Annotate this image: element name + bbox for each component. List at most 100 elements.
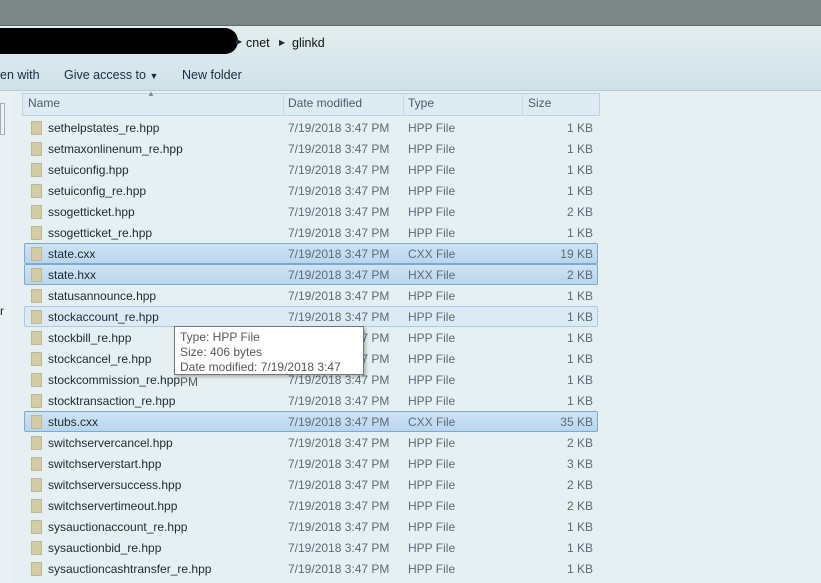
file-icon [31, 520, 42, 534]
file-date: 7/19/2018 3:47 PM [288, 499, 390, 513]
file-name: sethelpstates_re.hpp [48, 121, 160, 135]
file-row[interactable]: ssogetticket_re.hpp 7/19/2018 3:47 PM HP… [24, 222, 598, 243]
file-size: 2 KB [566, 436, 593, 450]
file-icon [31, 226, 42, 240]
file-icon [31, 247, 42, 261]
file-icon [31, 394, 42, 408]
file-row[interactable]: state.hxx 7/19/2018 3:47 PM HXX File 2 K… [24, 264, 598, 285]
file-row[interactable]: setuiconfig.hpp 7/19/2018 3:47 PM HPP Fi… [24, 159, 598, 180]
breadcrumb-cnet[interactable]: cnet [246, 36, 270, 50]
file-name: sysauctioncashtransfer_re.hpp [48, 562, 212, 576]
file-date: 7/19/2018 3:47 PM [288, 457, 390, 471]
file-type: HPP File [408, 541, 456, 555]
navigation-pane[interactable] [0, 91, 14, 583]
file-row[interactable]: ssogetticket.hpp 7/19/2018 3:47 PM HPP F… [24, 201, 598, 222]
file-type: HPP File [408, 499, 456, 513]
file-size: 35 KB [560, 415, 593, 429]
file-type: HPP File [408, 373, 456, 387]
nav-pane-item[interactable]: r [0, 304, 4, 318]
breadcrumb-glinkd[interactable]: glinkd [292, 36, 325, 50]
file-date: 7/19/2018 3:47 PM [288, 310, 390, 324]
file-size: 1 KB [566, 331, 593, 345]
dropdown-arrow-icon: ▼ [149, 71, 159, 81]
file-row[interactable]: setuiconfig_re.hpp 7/19/2018 3:47 PM HPP… [24, 180, 598, 201]
column-type[interactable]: Type [408, 96, 434, 110]
file-icon [31, 331, 42, 345]
file-icon [31, 562, 42, 576]
file-size: 1 KB [566, 373, 593, 387]
file-row[interactable]: state.cxx 7/19/2018 3:47 PM CXX File 19 … [24, 243, 598, 264]
file-name: statusannounce.hpp [48, 289, 157, 303]
new-folder-button[interactable]: New folder [182, 68, 242, 82]
file-name: setuiconfig.hpp [48, 163, 129, 177]
file-name: stockcommission_re.hpp [48, 373, 181, 387]
file-icon [31, 478, 42, 492]
file-row[interactable]: statusannounce.hpp 7/19/2018 3:47 PM HPP… [24, 285, 598, 306]
column-date-modified[interactable]: Date modified [288, 96, 362, 110]
file-icon [31, 163, 42, 177]
file-row[interactable]: sethelpstates_re.hpp 7/19/2018 3:47 PM H… [24, 117, 598, 138]
file-type: HPP File [408, 205, 456, 219]
give-access-button[interactable]: Give access to ▼ [64, 68, 158, 82]
column-divider [283, 93, 284, 116]
file-row[interactable]: switchservertimeout.hpp 7/19/2018 3:47 P… [24, 495, 598, 516]
file-icon [31, 541, 42, 555]
file-type: HPP File [408, 478, 456, 492]
file-row[interactable]: sysauctioncashtransfer_re.hpp 7/19/2018 … [24, 558, 598, 579]
column-size[interactable]: Size [528, 96, 551, 110]
file-row[interactable]: stocktransaction_re.hpp 7/19/2018 3:47 P… [24, 390, 598, 411]
file-date: 7/19/2018 3:47 PM [288, 394, 390, 408]
file-date: 7/19/2018 3:47 PM [288, 163, 390, 177]
file-date: 7/19/2018 3:47 PM [288, 226, 390, 240]
file-type: HPP File [408, 163, 456, 177]
file-size: 2 KB [566, 205, 593, 219]
column-name[interactable]: Name [28, 96, 60, 110]
file-icon [31, 121, 42, 135]
file-name: ssogetticket.hpp [48, 205, 135, 219]
file-name: stocktransaction_re.hpp [48, 394, 176, 408]
file-date: 7/19/2018 3:47 PM [288, 268, 390, 282]
file-date: 7/19/2018 3:47 PM [288, 142, 390, 156]
file-name: sysauctionaccount_re.hpp [48, 520, 188, 534]
file-size: 1 KB [566, 121, 593, 135]
file-date: 7/19/2018 3:47 PM [288, 289, 390, 303]
nav-pane-scrollbar[interactable] [0, 103, 5, 135]
file-size: 1 KB [566, 562, 593, 576]
file-row[interactable]: stockaccount_re.hpp 7/19/2018 3:47 PM HP… [24, 306, 598, 327]
file-type: HPP File [408, 142, 456, 156]
file-type: CXX File [408, 415, 456, 429]
file-icon [31, 310, 42, 324]
file-type: HPP File [408, 226, 456, 240]
file-type: HPP File [408, 184, 456, 198]
file-row[interactable]: setmaxonlinenum_re.hpp 7/19/2018 3:47 PM… [24, 138, 598, 159]
file-row[interactable]: switchservercancel.hpp 7/19/2018 3:47 PM… [24, 432, 598, 453]
file-row[interactable]: stubs.cxx 7/19/2018 3:47 PM CXX File 35 … [24, 411, 598, 432]
file-row[interactable]: sysauctionbid_re.hpp 7/19/2018 3:47 PM H… [24, 537, 598, 558]
file-type: HPP File [408, 457, 456, 471]
file-icon [31, 499, 42, 513]
file-type: HPP File [408, 436, 456, 450]
open-with-button[interactable]: en with [0, 68, 40, 82]
file-icon [31, 142, 42, 156]
file-type: HPP File [408, 352, 456, 366]
sort-ascending-icon: ▲ [147, 89, 155, 98]
file-row[interactable]: sysauctionaccount_re.hpp 7/19/2018 3:47 … [24, 516, 598, 537]
column-divider [403, 93, 404, 116]
file-name: switchserverstart.hpp [48, 457, 162, 471]
file-name: stockaccount_re.hpp [48, 310, 159, 324]
file-icon [31, 268, 42, 282]
file-name: switchservercancel.hpp [48, 436, 173, 450]
file-row[interactable]: switchserverstart.hpp 7/19/2018 3:47 PM … [24, 453, 598, 474]
file-size: 2 KB [566, 478, 593, 492]
file-tooltip: Type: HPP File Size: 406 bytes Date modi… [174, 326, 364, 389]
file-name: sysauctionbid_re.hpp [48, 541, 162, 555]
file-icon [31, 352, 42, 366]
file-icon [31, 436, 42, 450]
file-type: HXX File [408, 268, 456, 282]
file-size: 1 KB [566, 226, 593, 240]
file-icon [31, 415, 42, 429]
file-name: stubs.cxx [48, 415, 99, 429]
file-icon [31, 373, 42, 387]
file-type: HPP File [408, 289, 456, 303]
file-row[interactable]: switchserversuccess.hpp 7/19/2018 3:47 P… [24, 474, 598, 495]
